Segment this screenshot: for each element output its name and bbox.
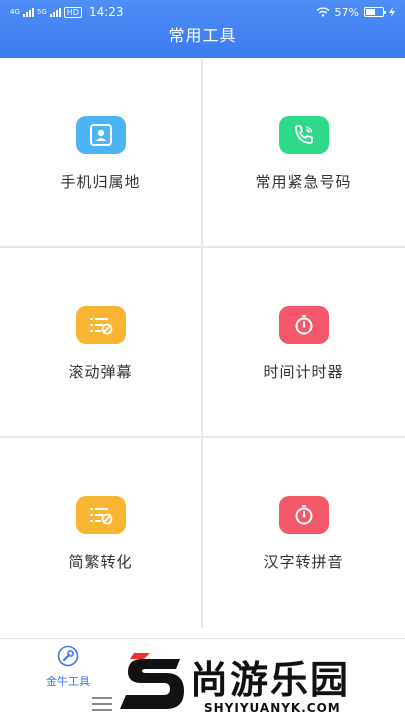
hd-badge: HD	[63, 6, 82, 18]
list-edit-icon	[75, 496, 126, 534]
tool-label: 常用紧急号码	[255, 173, 352, 191]
tool-label: 时间计时器	[263, 363, 344, 381]
signal-icon	[22, 7, 34, 17]
wrench-icon	[57, 645, 79, 667]
battery-icon	[364, 7, 386, 17]
phone-call-icon	[278, 116, 329, 154]
tab-home[interactable]: 金牛工具	[35, 645, 101, 689]
tool-label: 简繁转化	[68, 553, 133, 571]
network-type-2: 5G	[36, 8, 47, 16]
watermark-text: 尚游乐园	[190, 658, 351, 702]
stopwatch-icon	[278, 306, 329, 344]
tool-phone-location[interactable]: 手机归属地	[0, 58, 201, 246]
tool-scrolling-danmaku[interactable]: 滚动弹幕	[0, 248, 201, 436]
list-edit-icon	[75, 306, 126, 344]
tab-home-label: 金牛工具	[46, 675, 90, 688]
tool-hanzi-pinyin[interactable]: 汉字转拼音	[203, 438, 404, 626]
battery-percent: 57%	[334, 5, 359, 19]
battery-fill	[366, 9, 375, 15]
network-type-1: 4G	[10, 8, 20, 16]
contact-card-icon	[75, 116, 126, 154]
watermark: 尚游乐园 SHYIYUANYK.COM	[120, 645, 405, 720]
tool-label: 滚动弹幕	[68, 363, 133, 381]
watermark-url: SHYIYUANYK.COM	[204, 701, 341, 715]
stopwatch-icon	[278, 496, 329, 534]
charging-icon	[389, 7, 395, 17]
menu-icon[interactable]	[92, 697, 112, 711]
tool-label: 手机归属地	[60, 173, 141, 191]
app-header: 4G 5G HD 14:23 57% 常用工具	[0, 0, 405, 58]
clock: 14:23	[88, 5, 124, 19]
tool-simplified-traditional[interactable]: 简繁转化	[0, 438, 201, 626]
tool-emergency-numbers[interactable]: 常用紧急号码	[203, 58, 404, 246]
watermark-logo-icon	[120, 653, 184, 709]
tool-label: 汉字转拼音	[263, 553, 344, 571]
tool-timer[interactable]: 时间计时器	[203, 248, 404, 436]
signal-icon	[49, 7, 61, 17]
status-bar: 4G 5G HD 14:23 57%	[0, 0, 405, 24]
tool-grid: 手机归属地 常用紧急号码 滚动弹幕 时间计时器 简繁转化 汉字转拼音	[0, 58, 405, 638]
page-title: 常用工具	[168, 26, 237, 45]
wifi-icon	[316, 7, 330, 17]
